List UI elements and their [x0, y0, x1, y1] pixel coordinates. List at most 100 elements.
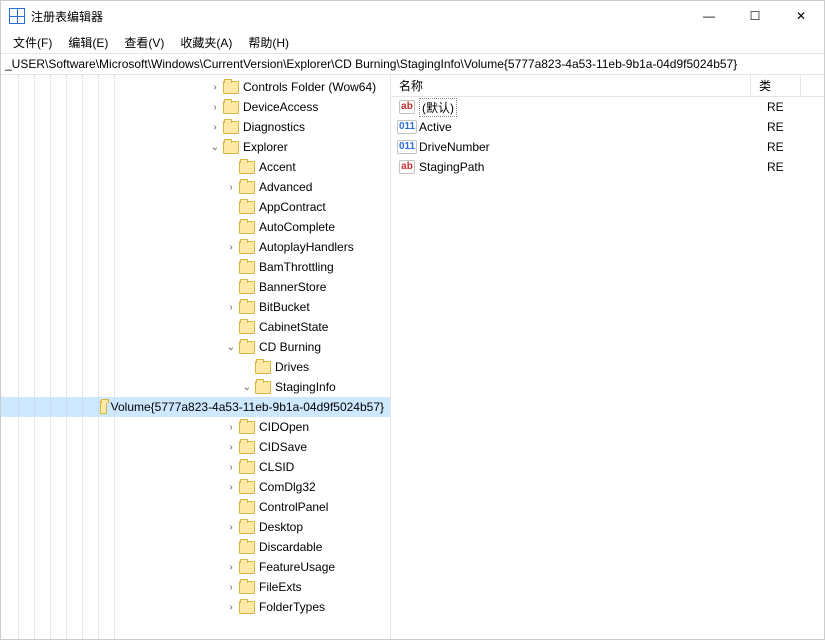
- window-title: 注册表编辑器: [31, 8, 103, 25]
- tree-row[interactable]: ›Accent: [1, 157, 390, 177]
- folder-icon: [239, 501, 255, 514]
- menu-help[interactable]: 帮助(H): [240, 31, 297, 54]
- tree-row[interactable]: ›Desktop: [1, 517, 390, 537]
- tree-row[interactable]: ›ControlPanel: [1, 497, 390, 517]
- tree-row[interactable]: › FileExts: [1, 577, 390, 597]
- folder-icon: [239, 201, 255, 214]
- tree-item-label: CLSID: [259, 460, 300, 474]
- tree-item-label: CabinetState: [259, 320, 334, 334]
- tree-row[interactable]: ›BamThrottling: [1, 257, 390, 277]
- main-split: ›Controls Folder (Wow64)›DeviceAccess›Di…: [1, 75, 824, 639]
- tree-row[interactable]: ›AutoComplete: [1, 217, 390, 237]
- tree-row[interactable]: ›Advanced: [1, 177, 390, 197]
- value-type: RE: [767, 140, 817, 154]
- tree-row[interactable]: › ComDlg32: [1, 477, 390, 497]
- tree-row[interactable]: › CLSID: [1, 457, 390, 477]
- tree-item-label: Diagnostics: [243, 120, 311, 134]
- tree-item-label: ComDlg32: [259, 480, 322, 494]
- col-name[interactable]: 名称: [391, 75, 751, 96]
- list-header: 名称 类: [391, 75, 824, 97]
- tree-row[interactable]: › DeviceAccess: [1, 97, 390, 117]
- value-type: RE: [767, 100, 817, 114]
- folder-icon: [239, 541, 255, 554]
- regedit-icon: [9, 8, 25, 24]
- list-row[interactable]: ab(默认)RE: [391, 97, 824, 117]
- address-bar[interactable]: _USER\Software\Microsoft\Windows\Current…: [1, 53, 824, 75]
- menu-favorites[interactable]: 收藏夹(A): [172, 31, 240, 54]
- chevron-right-icon[interactable]: ›: [223, 459, 239, 475]
- tree-row[interactable]: › FolderTypes: [1, 597, 390, 617]
- chevron-right-icon[interactable]: ›: [223, 559, 239, 575]
- chevron-right-icon[interactable]: ›: [223, 479, 239, 495]
- list-pane[interactable]: 名称 类 ab(默认)RE011ActiveRE011DriveNumberRE…: [391, 75, 824, 639]
- tree-row[interactable]: ›BannerStore: [1, 277, 390, 297]
- chevron-down-icon[interactable]: ⌄: [223, 339, 239, 355]
- col-type[interactable]: 类: [751, 75, 801, 96]
- tree-pane[interactable]: ›Controls Folder (Wow64)›DeviceAccess›Di…: [1, 75, 391, 639]
- tree-item-label: AppContract: [259, 200, 332, 214]
- tree-row[interactable]: ›Controls Folder (Wow64): [1, 77, 390, 97]
- folder-icon: [239, 601, 255, 614]
- value-name: Active: [419, 120, 767, 134]
- chevron-right-icon[interactable]: ›: [223, 239, 239, 255]
- tree-row[interactable]: ›CabinetState: [1, 317, 390, 337]
- close-icon: ✕: [796, 9, 806, 23]
- folder-icon: [239, 301, 255, 314]
- close-button[interactable]: ✕: [778, 1, 824, 31]
- string-value-icon: ab: [399, 99, 415, 115]
- tree-row[interactable]: ›AutoplayHandlers: [1, 237, 390, 257]
- minimize-button[interactable]: —: [686, 1, 732, 31]
- menu-file[interactable]: 文件(F): [5, 31, 60, 54]
- tree-row[interactable]: › FeatureUsage: [1, 557, 390, 577]
- list-row[interactable]: 011ActiveRE: [391, 117, 824, 137]
- tree-item-label: BitBucket: [259, 300, 316, 314]
- value-name: (默认): [419, 98, 767, 117]
- list-row[interactable]: abStagingPathRE: [391, 157, 824, 177]
- tree-item-label: FolderTypes: [259, 600, 331, 614]
- chevron-right-icon[interactable]: ›: [223, 519, 239, 535]
- tree-item-label: CIDSave: [259, 440, 313, 454]
- string-value-icon: ab: [399, 159, 415, 175]
- tree-item-label: DeviceAccess: [243, 100, 324, 114]
- chevron-right-icon[interactable]: ›: [223, 439, 239, 455]
- tree-row[interactable]: ›Discardable: [1, 537, 390, 557]
- folder-icon: [239, 421, 255, 434]
- tree-item-label: FeatureUsage: [259, 560, 341, 574]
- chevron-right-icon[interactable]: ›: [223, 599, 239, 615]
- chevron-right-icon[interactable]: ›: [223, 179, 239, 195]
- folder-icon: [223, 121, 239, 134]
- tree-item-label: StagingInfo: [275, 380, 342, 394]
- folder-icon: [223, 141, 239, 154]
- chevron-right-icon[interactable]: ›: [207, 79, 223, 95]
- chevron-right-icon[interactable]: ›: [223, 419, 239, 435]
- menu-edit[interactable]: 编辑(E): [60, 31, 116, 54]
- folder-icon: [239, 221, 255, 234]
- chevron-down-icon[interactable]: ⌄: [207, 139, 223, 155]
- menu-view[interactable]: 查看(V): [116, 31, 172, 54]
- tree-item-label: FileExts: [259, 580, 308, 594]
- chevron-right-icon[interactable]: ›: [223, 299, 239, 315]
- list-row[interactable]: 011DriveNumberRE: [391, 137, 824, 157]
- tree-row[interactable]: ›Volume{5777a823-4a53-11eb-9b1a-04d9f502…: [1, 397, 390, 417]
- tree-row[interactable]: ⌄Explorer: [1, 137, 390, 157]
- chevron-down-icon[interactable]: ⌄: [239, 379, 255, 395]
- folder-icon: [255, 361, 271, 374]
- tree-row[interactable]: › CIDSave: [1, 437, 390, 457]
- tree-row[interactable]: ›Drives: [1, 357, 390, 377]
- tree-item-label: CD Burning: [259, 340, 327, 354]
- chevron-right-icon[interactable]: ›: [207, 99, 223, 115]
- chevron-right-icon[interactable]: ›: [223, 579, 239, 595]
- value-type: RE: [767, 120, 817, 134]
- maximize-button[interactable]: ☐: [732, 1, 778, 31]
- tree-row[interactable]: ›AppContract: [1, 197, 390, 217]
- folder-icon: [239, 441, 255, 454]
- tree-row[interactable]: › BitBucket: [1, 297, 390, 317]
- tree-row[interactable]: ›CIDOpen: [1, 417, 390, 437]
- chevron-right-icon[interactable]: ›: [207, 119, 223, 135]
- tree-row[interactable]: › Diagnostics: [1, 117, 390, 137]
- menu-bar: 文件(F) 编辑(E) 查看(V) 收藏夹(A) 帮助(H): [1, 31, 824, 53]
- tree-item-label: BannerStore: [259, 280, 332, 294]
- tree-row[interactable]: ⌄ CD Burning: [1, 337, 390, 357]
- tree-row[interactable]: ⌄ StagingInfo: [1, 377, 390, 397]
- folder-icon: [239, 581, 255, 594]
